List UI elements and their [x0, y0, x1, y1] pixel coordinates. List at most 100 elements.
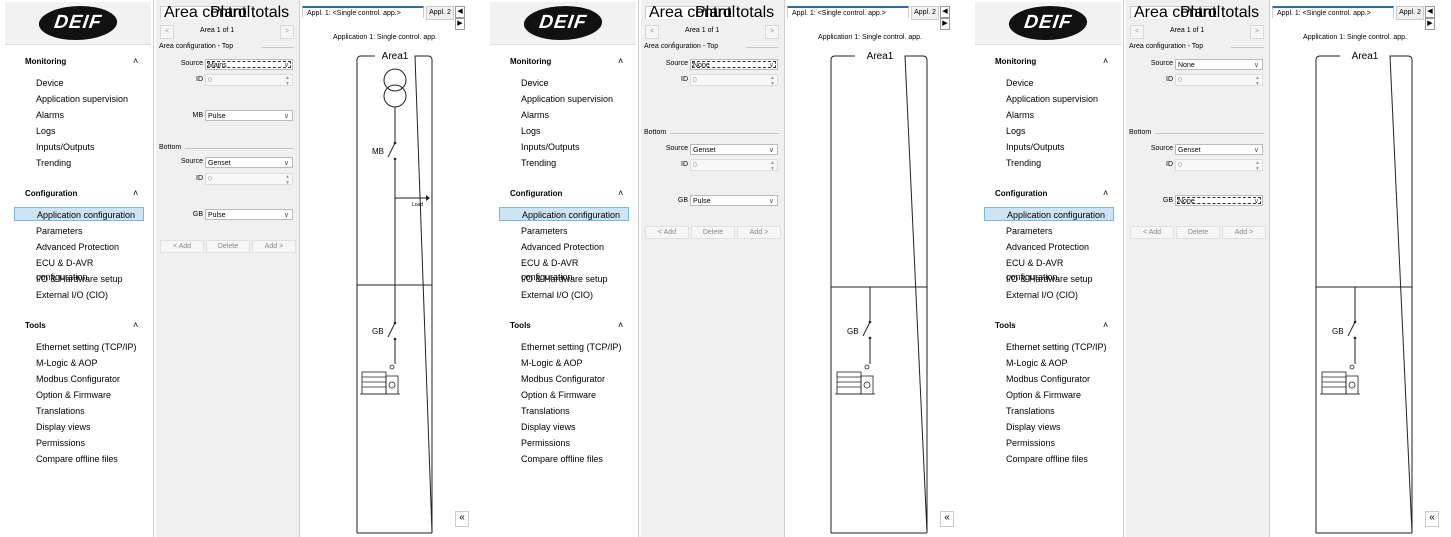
- delete-button[interactable]: Delete: [206, 240, 250, 253]
- bottom-id-input[interactable]: 0 ▲ ▼: [205, 173, 293, 186]
- add-right-button[interactable]: Add >: [252, 240, 296, 253]
- top-source-select[interactable]: None ∨: [690, 59, 778, 70]
- mb-breaker-icon[interactable]: [387, 141, 397, 161]
- sidebar-item-mlogic[interactable]: M-Logic & AOP: [14, 356, 144, 370]
- prev-area-button[interactable]: <: [645, 25, 659, 39]
- section-tools[interactable]: Tools: [510, 321, 531, 330]
- section-configuration[interactable]: Configuration: [510, 189, 562, 198]
- sidebar-item-device[interactable]: Device: [984, 76, 1114, 90]
- sidebar-item-display-views[interactable]: Display views: [499, 420, 629, 434]
- sidebar-item-advanced-protection[interactable]: Advanced Protection: [499, 240, 629, 254]
- sidebar-item-application-configuration[interactable]: Application configuration: [499, 207, 629, 221]
- chevron-up-icon[interactable]: ˄: [618, 188, 623, 198]
- sidebar-item-parameters[interactable]: Parameters: [499, 224, 629, 238]
- sidebar-item-application-configuration[interactable]: Application configuration: [984, 207, 1114, 221]
- section-configuration[interactable]: Configuration: [25, 189, 77, 198]
- sidebar-item-io-hardware[interactable]: I/O & Hardware setup: [499, 272, 629, 286]
- chevron-up-icon[interactable]: ˄: [1103, 188, 1108, 198]
- sidebar-item-external-io[interactable]: External I/O (CIO): [14, 288, 144, 302]
- section-tools[interactable]: Tools: [25, 321, 46, 330]
- sidebar-item-logs[interactable]: Logs: [499, 124, 629, 138]
- top-id-input[interactable]: 0 ▲ ▼: [1175, 74, 1263, 87]
- top-source-select[interactable]: Mains ∨: [205, 59, 293, 70]
- tab-plant-totals[interactable]: Plant totals: [210, 5, 289, 21]
- sidebar-item-ethernet[interactable]: Ethernet setting (TCP/IP): [14, 340, 144, 354]
- sidebar-item-mlogic[interactable]: M-Logic & AOP: [499, 356, 629, 370]
- bottom-source-select[interactable]: Genset ∨: [690, 144, 778, 155]
- sidebar-item-inputs-outputs[interactable]: Inputs/Outputs: [984, 140, 1114, 154]
- sidebar-item-inputs-outputs[interactable]: Inputs/Outputs: [14, 140, 144, 154]
- sidebar-item-translations[interactable]: Translations: [14, 404, 144, 418]
- sidebar-item-io-hardware[interactable]: I/O & Hardware setup: [14, 272, 144, 286]
- add-left-button[interactable]: < Add: [645, 226, 689, 239]
- sidebar-item-alarms[interactable]: Alarms: [499, 108, 629, 122]
- collapse-panel-button[interactable]: «: [940, 511, 954, 527]
- chevron-up-icon[interactable]: ˄: [133, 188, 138, 198]
- sidebar-item-ecu-davr[interactable]: ECU & D-AVR configuration: [14, 256, 144, 282]
- chevron-up-icon[interactable]: ˄: [618, 56, 623, 66]
- genset-icon[interactable]: [360, 364, 400, 395]
- sidebar-item-translations[interactable]: Translations: [984, 404, 1114, 418]
- gb-select[interactable]: Pulse ∨: [690, 195, 778, 206]
- sidebar-item-alarms[interactable]: Alarms: [984, 108, 1114, 122]
- sidebar-item-permissions[interactable]: Permissions: [984, 436, 1114, 450]
- section-configuration[interactable]: Configuration: [995, 189, 1047, 198]
- next-area-button[interactable]: >: [765, 25, 779, 39]
- chevron-up-icon[interactable]: ˄: [133, 56, 138, 66]
- sidebar-item-application-configuration[interactable]: Application configuration: [14, 207, 144, 221]
- sidebar-item-trending[interactable]: Trending: [499, 156, 629, 170]
- chevron-up-icon[interactable]: ˄: [618, 320, 623, 330]
- sidebar-item-modbus[interactable]: Modbus Configurator: [14, 372, 144, 386]
- sidebar-item-display-views[interactable]: Display views: [14, 420, 144, 434]
- sidebar-item-parameters[interactable]: Parameters: [14, 224, 144, 238]
- gb-select[interactable]: Pulse ∨: [205, 209, 293, 220]
- genset-icon[interactable]: [1320, 364, 1360, 395]
- add-right-button[interactable]: Add >: [737, 226, 781, 239]
- sidebar-item-option-firmware[interactable]: Option & Firmware: [14, 388, 144, 402]
- sidebar-item-trending[interactable]: Trending: [14, 156, 144, 170]
- section-monitoring[interactable]: Monitoring: [25, 57, 66, 66]
- bottom-source-select[interactable]: Genset ∨: [205, 157, 293, 168]
- top-source-select[interactable]: None ∨: [1175, 59, 1263, 70]
- sidebar-item-io-hardware[interactable]: I/O & Hardware setup: [984, 272, 1114, 286]
- sidebar-item-logs[interactable]: Logs: [14, 124, 144, 138]
- section-tools[interactable]: Tools: [995, 321, 1016, 330]
- sidebar-item-ethernet[interactable]: Ethernet setting (TCP/IP): [984, 340, 1114, 354]
- sidebar-item-device[interactable]: Device: [14, 76, 144, 90]
- sidebar-item-device[interactable]: Device: [499, 76, 629, 90]
- delete-button[interactable]: Delete: [1176, 226, 1220, 239]
- tab-plant-totals[interactable]: Plant totals: [1180, 5, 1259, 21]
- tab-plant-totals[interactable]: Plant totals: [695, 5, 774, 21]
- sidebar-item-compare-offline[interactable]: Compare offline files: [499, 452, 629, 466]
- sidebar-item-external-io[interactable]: External I/O (CIO): [499, 288, 629, 302]
- top-id-input[interactable]: 0 ▲ ▼: [690, 74, 778, 87]
- chevron-up-icon[interactable]: ˄: [1103, 320, 1108, 330]
- sidebar-item-modbus[interactable]: Modbus Configurator: [499, 372, 629, 386]
- sidebar-item-mlogic[interactable]: M-Logic & AOP: [984, 356, 1114, 370]
- sidebar-item-external-io[interactable]: External I/O (CIO): [984, 288, 1114, 302]
- sidebar-item-ecu-davr[interactable]: ECU & D-AVR configuration: [499, 256, 629, 282]
- gb-select[interactable]: None ∨: [1175, 195, 1263, 206]
- sidebar-item-compare-offline[interactable]: Compare offline files: [984, 452, 1114, 466]
- chevron-up-icon[interactable]: ˄: [133, 320, 138, 330]
- bottom-id-input[interactable]: 0 ▲ ▼: [1175, 159, 1263, 172]
- collapse-panel-button[interactable]: «: [1425, 511, 1439, 527]
- sidebar-item-application-supervision[interactable]: Application supervision: [499, 92, 629, 106]
- sidebar-item-inputs-outputs[interactable]: Inputs/Outputs: [499, 140, 629, 154]
- sidebar-item-application-supervision[interactable]: Application supervision: [984, 92, 1114, 106]
- sidebar-item-advanced-protection[interactable]: Advanced Protection: [14, 240, 144, 254]
- add-right-button[interactable]: Add >: [1222, 226, 1266, 239]
- genset-icon[interactable]: [835, 364, 875, 395]
- delete-button[interactable]: Delete: [691, 226, 735, 239]
- prev-area-button[interactable]: <: [1130, 25, 1144, 39]
- section-monitoring[interactable]: Monitoring: [995, 57, 1036, 66]
- top-id-input[interactable]: 0 ▲ ▼: [205, 74, 293, 87]
- add-left-button[interactable]: < Add: [1130, 226, 1174, 239]
- next-area-button[interactable]: >: [1250, 25, 1264, 39]
- sidebar-item-advanced-protection[interactable]: Advanced Protection: [984, 240, 1114, 254]
- section-monitoring[interactable]: Monitoring: [510, 57, 551, 66]
- chevron-up-icon[interactable]: ˄: [1103, 56, 1108, 66]
- sidebar-item-logs[interactable]: Logs: [984, 124, 1114, 138]
- bottom-source-select[interactable]: Genset ∨: [1175, 144, 1263, 155]
- sidebar-item-ecu-davr[interactable]: ECU & D-AVR configuration: [984, 256, 1114, 282]
